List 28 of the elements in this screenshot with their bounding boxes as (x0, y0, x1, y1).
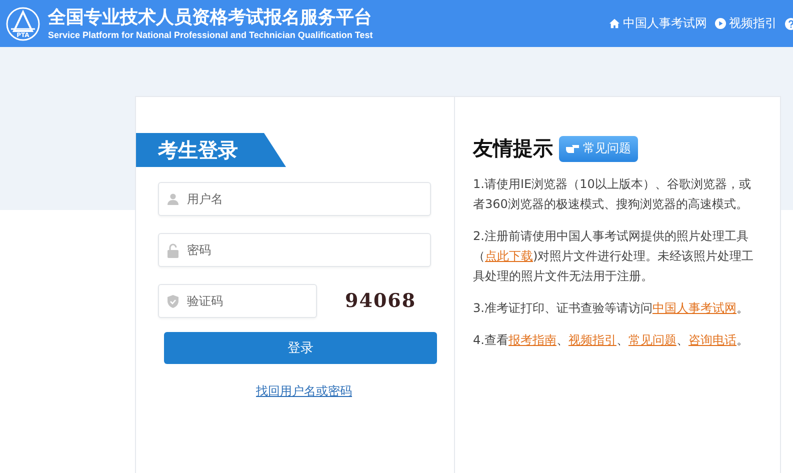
captcha-image: 94068 (345, 290, 416, 312)
tip-text: 1.请使用IE浏览器（10以上版本）、谷歌浏览器，或者360浏览器的极速模式、搜狗浏览器的高速模式。 (473, 176, 752, 213)
lock-icon (167, 242, 179, 258)
login-title: 考生登录 (136, 133, 286, 167)
tip-link[interactable]: 报考指南 (508, 333, 556, 347)
play-icon (715, 18, 726, 29)
login-button[interactable]: 登录 (164, 332, 437, 364)
tip-text: 3.准考证打印、证书查验等请访问中国人事考试网。 (473, 300, 750, 317)
shield-icon (167, 294, 179, 308)
tip-text: 2.注册前请使用中国人事考试网提供的照片处理工具（点此下载)对照片文件进行处理。未经该照片处理工具处理的照片文件无法用于注册。 (473, 228, 755, 285)
tip-text: 4.查看报考指南、视频指引、常见问题、咨询电话。 (473, 332, 750, 349)
input-field[interactable]: 密码 (158, 233, 431, 267)
tip-link[interactable]: 点此下载 (485, 249, 533, 263)
home-icon (609, 18, 620, 29)
input-field[interactable]: 用户名 (158, 182, 431, 216)
captcha-field[interactable]: 验证码 (158, 284, 317, 318)
recover-link[interactable]: 找回用户名或密码 (256, 383, 352, 400)
tip-link[interactable]: 咨询电话 (688, 333, 736, 347)
user-icon (167, 193, 179, 205)
nav-link[interactable]: 视频指引 (715, 15, 777, 32)
site-subtitle: Service Platform for National Professional and Technician Qualification Test (48, 28, 374, 40)
tips-title: 友情提示 (473, 135, 553, 162)
tip-link[interactable]: 中国人事考试网 (652, 301, 736, 315)
tip-link[interactable]: 常见问题 (628, 333, 676, 347)
nav-link[interactable]: 中国人事考试网 (609, 15, 707, 32)
tip-link[interactable]: 视频指引 (568, 333, 616, 347)
site-title: 全国专业技术人员资格考试报名服务平台 (48, 6, 373, 28)
faq-button[interactable]: 常见问题 (559, 136, 638, 162)
